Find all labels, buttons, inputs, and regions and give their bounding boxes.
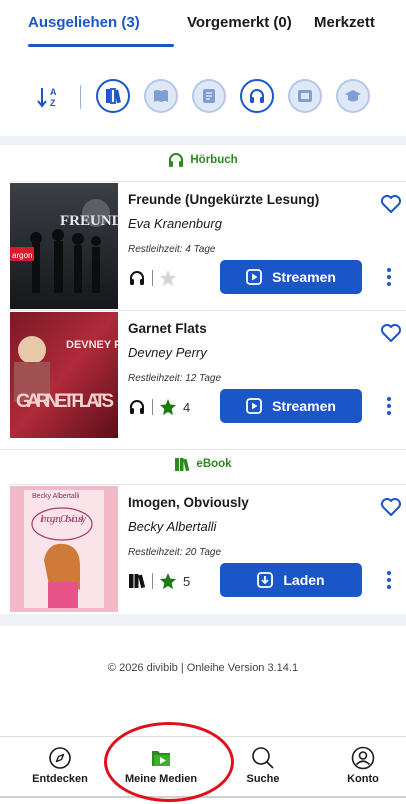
filter-audiobook[interactable] [240,79,274,113]
list-item[interactable]: DEVNEY PERRY GARNET FLATS Garnet Flats D… [10,310,406,438]
stream-button-label: Streamen [272,269,336,285]
more-options-icon[interactable] [382,266,396,288]
headphones-icon [130,400,144,414]
elearning-icon [345,90,361,102]
filter-elearning[interactable] [336,79,370,113]
all-media-icon [106,88,121,104]
sort-alpha-icon[interactable]: A Z [36,83,64,111]
download-icon [257,572,274,588]
tab-bar: Ausgeliehen (3) Vorgemerkt (0) Merkzett [0,0,406,50]
star-filled-icon[interactable] [159,398,177,416]
item-meta: 5 [128,570,190,592]
download-button[interactable]: Laden [220,563,362,597]
rating-count: 5 [183,573,191,589]
stream-button[interactable]: Streamen [220,389,362,423]
rating-count: 4 [183,399,191,415]
nav-konto[interactable]: Konto [318,745,406,785]
cover-author-text: DEVNEY PERRY [66,339,118,351]
ebook-icon [129,574,146,589]
bottom-navigation: Entdecken Meine Medien Suche Konto [0,736,406,804]
ebook-icon [154,90,168,102]
list-item[interactable]: FREUNDE argon Freunde (Ungekürzte Lesung… [10,181,406,309]
filter-video[interactable] [288,79,322,113]
heart-icon[interactable] [380,497,402,517]
tab-merkzettel[interactable]: Merkzett [314,14,375,31]
item-title[interactable]: Garnet Flats [128,321,207,336]
version-footer: © 2026 divibib | Onleihe Version 3.14.1 [107,662,299,674]
star-empty-icon[interactable] [159,269,177,287]
account-icon [350,745,376,771]
tab-ausgeliehen[interactable]: Ausgeliehen (3) [28,14,140,31]
book-cover[interactable]: DEVNEY PERRY GARNET FLATS [10,312,118,438]
nav-entdecken[interactable]: Entdecken [15,745,105,785]
cover-author-text: Becky Albertalli [32,493,80,500]
video-icon [298,90,312,102]
more-options-icon[interactable] [382,569,396,591]
nav-meine-medien[interactable]: Meine Medien [116,745,206,785]
stream-button-label: Streamen [272,398,336,414]
filter-ebook[interactable] [144,79,178,113]
svg-text:A: A [50,87,57,97]
nav-suche[interactable]: Suche [218,745,308,785]
divider [0,614,406,626]
item-title[interactable]: Freunde (Ungekürzte Lesung) [128,192,319,207]
cover-publisher-text: argon [12,251,32,260]
filter-separator [80,85,81,109]
heart-icon[interactable] [380,194,402,214]
nav-label: Meine Medien [124,773,198,785]
book-cover[interactable]: FREUNDE argon [10,183,118,309]
list-item[interactable]: Becky Albertalli Imogen, Obviously Imoge… [10,484,406,612]
play-icon [246,398,262,414]
compass-icon [47,745,73,771]
filter-epaper[interactable] [192,79,226,113]
download-button-label: Laden [283,572,325,588]
item-author[interactable]: Becky Albertalli [128,519,216,534]
tab-vorgemerkt[interactable]: Vorgemerkt (0) [187,14,292,31]
headphones-icon [169,153,184,167]
divider [0,136,406,145]
nav-label: Suche [246,773,280,785]
section-header-ebook: eBook [0,449,406,477]
section-label: eBook [196,457,232,470]
nav-label: Konto [347,773,379,785]
media-filter-row: A Z [0,77,406,117]
cover-title-text: Imogen, Obviously [39,514,87,525]
audiobook-icon [250,89,264,103]
star-filled-icon[interactable] [159,572,177,590]
section-header-audiobook: Hörbuch [0,146,406,174]
item-meta: 4 [128,396,190,418]
stream-button[interactable]: Streamen [220,260,362,294]
play-icon [246,269,262,285]
loan-time: Restleihzeit: 20 Tage [128,547,222,558]
cover-title-text: FREUNDE [60,213,118,229]
more-options-icon[interactable] [382,395,396,417]
item-author[interactable]: Devney Perry [128,345,207,360]
item-meta [128,267,183,289]
ebook-icon [175,457,190,471]
cover-title-text: GARNET FLATS [16,391,114,412]
epaper-icon [203,89,215,103]
section-label: Hörbuch [190,154,238,166]
filter-all-media[interactable] [96,79,130,113]
svg-text:Z: Z [50,98,56,108]
search-icon [250,745,276,771]
headphones-icon [130,271,144,285]
item-title[interactable]: Imogen, Obviously [128,495,249,510]
book-cover[interactable]: Becky Albertalli Imogen, Obviously [10,486,118,612]
item-author[interactable]: Eva Kranenburg [128,216,222,231]
my-media-icon [148,745,174,771]
nav-bottom-divider [0,796,406,798]
loan-time: Restleihzeit: 4 Tage [128,244,216,255]
loan-time: Restleihzeit: 12 Tage [128,373,222,384]
active-tab-indicator [28,44,174,47]
nav-label: Entdecken [32,773,88,785]
heart-icon[interactable] [380,323,402,343]
